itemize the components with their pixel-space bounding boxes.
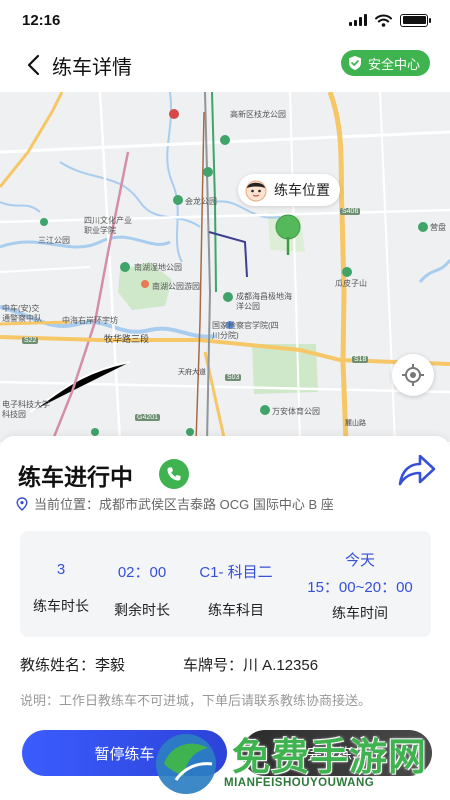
coach-name: 李毅	[95, 657, 126, 674]
map-place-label: 高新区枝龙公园	[230, 110, 286, 119]
shield-check-icon	[348, 56, 361, 70]
road-shield: S03	[225, 374, 242, 381]
map-place-label: 营盘	[430, 223, 446, 232]
locate-me-button[interactable]	[392, 354, 434, 396]
map-pin-icon	[275, 214, 301, 255]
map-place-label: 南湖湿地公园	[134, 263, 182, 272]
signal-icon	[349, 14, 367, 26]
road-label: 天府大道	[178, 369, 206, 376]
coach-name-label: 教练姓名：	[20, 657, 96, 674]
stat-time-range: 15：00~20：00	[307, 579, 413, 596]
plate-number-label: 车牌号：	[183, 657, 244, 674]
watermark-title: 免费手游网	[232, 737, 428, 779]
plate-number-row: 车牌号：川 A.12356	[183, 654, 318, 675]
practice-location-bubble[interactable]: 练车位置	[238, 174, 340, 206]
map-view[interactable]: 高新区枝龙公园 会龙公园 四川文化产业职业学院 三江公园 南湖湿地公园 南湖公园…	[0, 92, 450, 442]
map-place-label: 国家检察官学院(四川分院)	[212, 321, 279, 340]
practice-status-title: 练车进行中	[18, 464, 133, 490]
map-place-label: 南湖公园游园	[152, 282, 200, 291]
current-location-text: 成都市武侯区吉泰路 OCG 国际中心 B 座	[99, 497, 334, 512]
call-coach-button[interactable]	[159, 459, 189, 489]
road-shield: S18	[352, 356, 369, 363]
road-label: 麓山路	[345, 420, 366, 427]
back-button[interactable]	[18, 50, 48, 80]
stat-subject: C1- 科目二 练车科目	[186, 561, 286, 620]
map-place-label: 瓜皮子山	[335, 279, 367, 288]
status-icons	[349, 13, 431, 27]
practice-stats-panel: 3 练车时长 02：00 剩余时长 C1- 科目二 练车科目 今天 15：00~…	[20, 531, 431, 637]
current-location-row: 当前位置：成都市武侯区吉泰路 OCG 国际中心 B 座	[16, 494, 334, 513]
stat-remaining: 02：00 剩余时长	[92, 561, 192, 620]
header: 练车详情 安全中心	[0, 40, 450, 90]
share-icon[interactable]	[396, 452, 436, 488]
locate-target-icon	[402, 364, 424, 386]
stat-remaining-label: 剩余时长	[114, 602, 170, 618]
road-label: 牧华路三段	[104, 334, 150, 344]
stat-time-label: 练车时间	[332, 605, 388, 621]
wifi-icon	[375, 14, 392, 27]
road-shield: G4201	[135, 414, 161, 421]
stat-time: 今天 15：00~20：00 练车时间	[295, 549, 425, 623]
practice-note: 说明：工作日教练车不可进城，下单后请联系教练协商接送。	[20, 693, 372, 708]
location-pin-icon	[16, 496, 28, 511]
page-title: 练车详情	[52, 57, 132, 79]
coach-name-row: 教练姓名：李毅	[20, 654, 125, 675]
map-place-label: 四川文化产业职业学院	[84, 216, 132, 235]
map-place-label: 中海右岸环宇坊	[62, 316, 118, 325]
map-place-label: 会龙公园	[185, 197, 217, 206]
watermark-subtitle: MIANFEISHOUYOUWANG	[224, 777, 375, 789]
stat-subject-value: C1- 科目二	[199, 564, 273, 581]
map-place-label: 三江公园	[38, 236, 70, 245]
phone-icon	[167, 467, 181, 481]
avatar-icon	[245, 180, 267, 202]
plate-number: 川 A.12356	[243, 657, 319, 674]
map-base	[0, 92, 450, 442]
status-bar: 12:16	[0, 0, 450, 40]
back-arrow-icon	[27, 54, 40, 76]
safety-center-button[interactable]: 安全中心	[340, 50, 430, 76]
stat-remaining-value: 02：00	[117, 564, 167, 581]
safety-center-label: 安全中心	[367, 56, 420, 72]
stat-subject-label: 练车科目	[208, 602, 264, 618]
map-place-label: 中车(安)交通警察中队	[2, 304, 42, 323]
location-prefix: 当前位置：	[34, 497, 100, 512]
map-place-label: 电子科技大学科技园	[2, 400, 50, 419]
practice-location-label: 练车位置	[274, 182, 330, 198]
road-shield: S406	[340, 208, 361, 215]
map-place-label: 成都海昌极地海洋公园	[236, 292, 292, 311]
stat-time-date: 今天	[344, 552, 375, 569]
map-place-label: 万安体育公园	[272, 407, 320, 416]
road-shield: S22	[22, 337, 39, 344]
status-time: 12:16	[22, 11, 61, 29]
battery-icon	[400, 13, 431, 27]
